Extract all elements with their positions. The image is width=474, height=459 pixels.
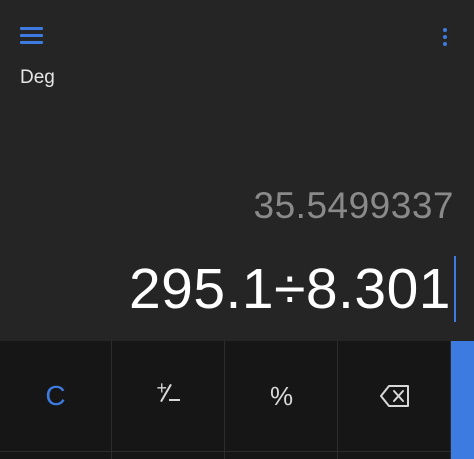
menu-line bbox=[20, 27, 43, 30]
menu-line bbox=[20, 41, 43, 44]
calculator-app: Deg 35.5499337 295.1÷8.301 C + % bbox=[0, 0, 474, 459]
more-dot bbox=[443, 35, 447, 39]
plus-minus-icon: + bbox=[156, 379, 182, 407]
percent-button-label: % bbox=[269, 381, 294, 411]
backspace-icon bbox=[379, 385, 409, 407]
advanced-panel-handle[interactable] bbox=[451, 341, 474, 459]
hamburger-menu-icon[interactable] bbox=[20, 27, 43, 45]
more-dot bbox=[443, 28, 447, 32]
text-cursor bbox=[454, 256, 456, 322]
keypad-row-divider bbox=[0, 451, 451, 452]
backspace-button[interactable] bbox=[339, 341, 451, 459]
clear-button[interactable]: C bbox=[0, 341, 112, 459]
percent-button[interactable]: % bbox=[226, 341, 338, 459]
expression-display[interactable]: 295.1÷8.301 bbox=[129, 254, 456, 324]
angle-mode-indicator[interactable]: Deg bbox=[20, 67, 55, 89]
result-preview: 35.5499337 bbox=[253, 185, 454, 226]
top-bar bbox=[0, 0, 474, 70]
more-dot bbox=[443, 42, 447, 46]
menu-line bbox=[20, 34, 43, 37]
keypad: C + % bbox=[0, 341, 474, 459]
expression-text[interactable]: 295.1÷8.301 bbox=[129, 256, 451, 322]
more-vertical-icon[interactable] bbox=[441, 28, 449, 48]
plus-minus-button[interactable]: + bbox=[113, 341, 225, 459]
clear-button-label: C bbox=[45, 380, 66, 411]
